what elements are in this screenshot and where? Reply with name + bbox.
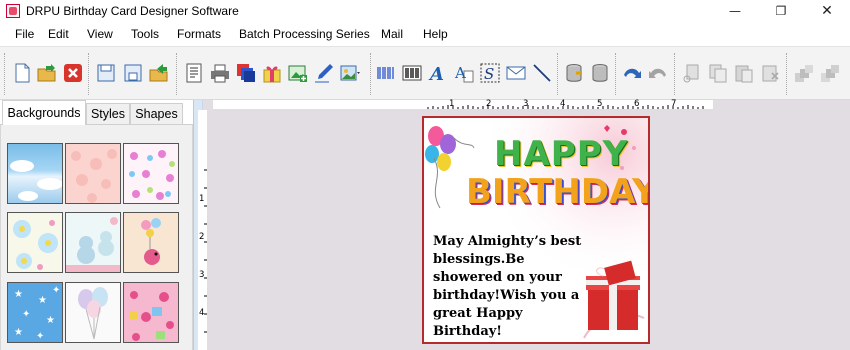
toolbar-grip[interactable] bbox=[176, 53, 179, 95]
toolbar-grip[interactable] bbox=[88, 53, 91, 95]
text-icon[interactable]: A bbox=[454, 63, 474, 83]
menu-edit[interactable]: Edit bbox=[48, 27, 69, 41]
card-headline-happy[interactable]: HAPPY bbox=[494, 134, 628, 174]
ruler-mark: 3 bbox=[523, 99, 529, 109]
barcode-2-icon[interactable] bbox=[402, 63, 422, 83]
close-window-button[interactable]: ✕ bbox=[804, 0, 850, 22]
svg-text:★: ★ bbox=[38, 295, 47, 306]
thumbnail-pink-hearts[interactable] bbox=[65, 143, 121, 204]
birthday-card[interactable]: HAPPY BIRTHDAY May Almighty’s best bless… bbox=[422, 116, 650, 344]
delete-icon[interactable] bbox=[760, 63, 780, 83]
svg-text:✦: ✦ bbox=[22, 309, 30, 320]
ruler-mark: 6 bbox=[634, 99, 640, 109]
toolbar-grip[interactable] bbox=[615, 53, 618, 95]
toolbar-grip[interactable] bbox=[674, 53, 677, 95]
save-icon[interactable] bbox=[96, 63, 116, 83]
backgrounds-panel: Backgrounds Styles Shapes ★ ★ ✦ ✦ ★ ★ ✦ bbox=[0, 100, 193, 350]
svg-text:★: ★ bbox=[14, 289, 23, 300]
new-icon[interactable] bbox=[12, 63, 32, 83]
undo-icon[interactable] bbox=[622, 63, 642, 83]
svg-text:✦: ✦ bbox=[52, 285, 60, 296]
send-back-icon[interactable] bbox=[820, 63, 840, 83]
print-multiple-icon[interactable] bbox=[236, 63, 256, 83]
vertical-ruler: 1 2 3 4 bbox=[198, 110, 207, 350]
cut-icon[interactable] bbox=[682, 63, 702, 83]
print-icon[interactable] bbox=[210, 63, 230, 83]
gift-icon[interactable] bbox=[262, 63, 282, 83]
redo-icon[interactable] bbox=[648, 63, 668, 83]
add-image-icon[interactable] bbox=[288, 63, 308, 83]
thumbnail-flowers[interactable] bbox=[7, 212, 63, 273]
wordart-icon[interactable]: A bbox=[428, 63, 448, 83]
svg-text:✦: ✦ bbox=[36, 331, 44, 342]
svg-text:★: ★ bbox=[46, 315, 55, 326]
barcode-icon[interactable] bbox=[376, 63, 396, 83]
menu-batch-processing[interactable]: Batch Processing Series bbox=[239, 27, 370, 41]
ruler-mark: 2 bbox=[199, 232, 205, 242]
card-message[interactable]: May Almighty’s best blessings.Be showere… bbox=[433, 233, 583, 341]
toolbar-grip[interactable] bbox=[370, 53, 373, 95]
background-thumbnails: ★ ★ ✦ ✦ ★ ★ ✦ bbox=[0, 125, 193, 350]
export-icon[interactable] bbox=[149, 63, 169, 83]
thumbnail-butterflies[interactable] bbox=[123, 143, 179, 204]
svg-text:S: S bbox=[484, 65, 494, 83]
menu-file[interactable]: File bbox=[15, 27, 34, 41]
minimize-button[interactable]: — bbox=[712, 0, 758, 22]
line-icon[interactable] bbox=[532, 63, 552, 83]
menu-help[interactable]: Help bbox=[423, 27, 448, 41]
tab-styles[interactable]: Styles bbox=[86, 103, 130, 124]
ruler-mark: 3 bbox=[199, 270, 205, 280]
tab-shapes[interactable]: Shapes bbox=[130, 103, 183, 124]
mail-icon[interactable] bbox=[506, 63, 526, 83]
tab-backgrounds[interactable]: Backgrounds bbox=[2, 100, 86, 125]
open-icon[interactable] bbox=[37, 63, 57, 83]
svg-text:★: ★ bbox=[14, 327, 23, 338]
menu-mail[interactable]: Mail bbox=[381, 27, 403, 41]
thumbnail-clouds[interactable] bbox=[7, 143, 63, 204]
toolbar-grip[interactable] bbox=[786, 53, 789, 95]
database-import-icon[interactable] bbox=[564, 63, 584, 83]
thumbnail-hearts-gifts[interactable] bbox=[123, 282, 179, 343]
close-icon[interactable] bbox=[63, 63, 83, 83]
menu-tools[interactable]: Tools bbox=[131, 27, 159, 41]
ruler-mark: 1 bbox=[449, 99, 455, 109]
ruler-mark: 4 bbox=[560, 99, 566, 109]
thumbnail-teddy-bears[interactable] bbox=[65, 212, 121, 273]
menu-view[interactable]: View bbox=[87, 27, 113, 41]
svg-text:A: A bbox=[428, 64, 444, 83]
toolbar-grip[interactable] bbox=[4, 53, 7, 95]
ruler-mark: 1 bbox=[199, 194, 205, 204]
thumbnail-stars[interactable]: ★ ★ ✦ ✦ ★ ★ ✦ bbox=[7, 282, 63, 343]
database-icon[interactable] bbox=[590, 63, 610, 83]
save-as-icon[interactable] bbox=[123, 63, 143, 83]
title-bar: DRPU Birthday Card Designer Software — ❐… bbox=[0, 0, 850, 22]
svg-text:A: A bbox=[454, 64, 466, 82]
bring-front-icon[interactable] bbox=[794, 63, 814, 83]
ruler-mark: 5 bbox=[597, 99, 603, 109]
toolbar: A A S bbox=[0, 46, 850, 100]
copy-icon[interactable] bbox=[708, 63, 728, 83]
properties-icon[interactable] bbox=[184, 63, 204, 83]
ruler-mark: 7 bbox=[671, 99, 677, 109]
shape-s-icon[interactable]: S bbox=[480, 63, 500, 83]
signature-pen-icon[interactable] bbox=[314, 63, 334, 83]
ruler-mark: 4 bbox=[199, 308, 205, 318]
restore-button[interactable]: ❐ bbox=[758, 0, 804, 22]
toolbar-grip[interactable] bbox=[557, 53, 560, 95]
app-icon bbox=[6, 4, 20, 18]
window-title: DRPU Birthday Card Designer Software bbox=[26, 4, 239, 18]
menu-formats[interactable]: Formats bbox=[177, 27, 221, 41]
horizontal-ruler: 1 2 3 4 5 6 7 bbox=[213, 99, 713, 109]
paste-icon[interactable] bbox=[734, 63, 754, 83]
thumbnail-balloons[interactable] bbox=[65, 282, 121, 343]
image-library-icon[interactable] bbox=[340, 63, 360, 83]
card-headline-birthday[interactable]: BIRTHDAY bbox=[466, 172, 648, 212]
menu-bar: File Edit View Tools Formats Batch Proce… bbox=[0, 22, 850, 46]
ruler-mark: 2 bbox=[486, 99, 492, 109]
thumbnail-balloon-bird[interactable] bbox=[123, 212, 179, 273]
